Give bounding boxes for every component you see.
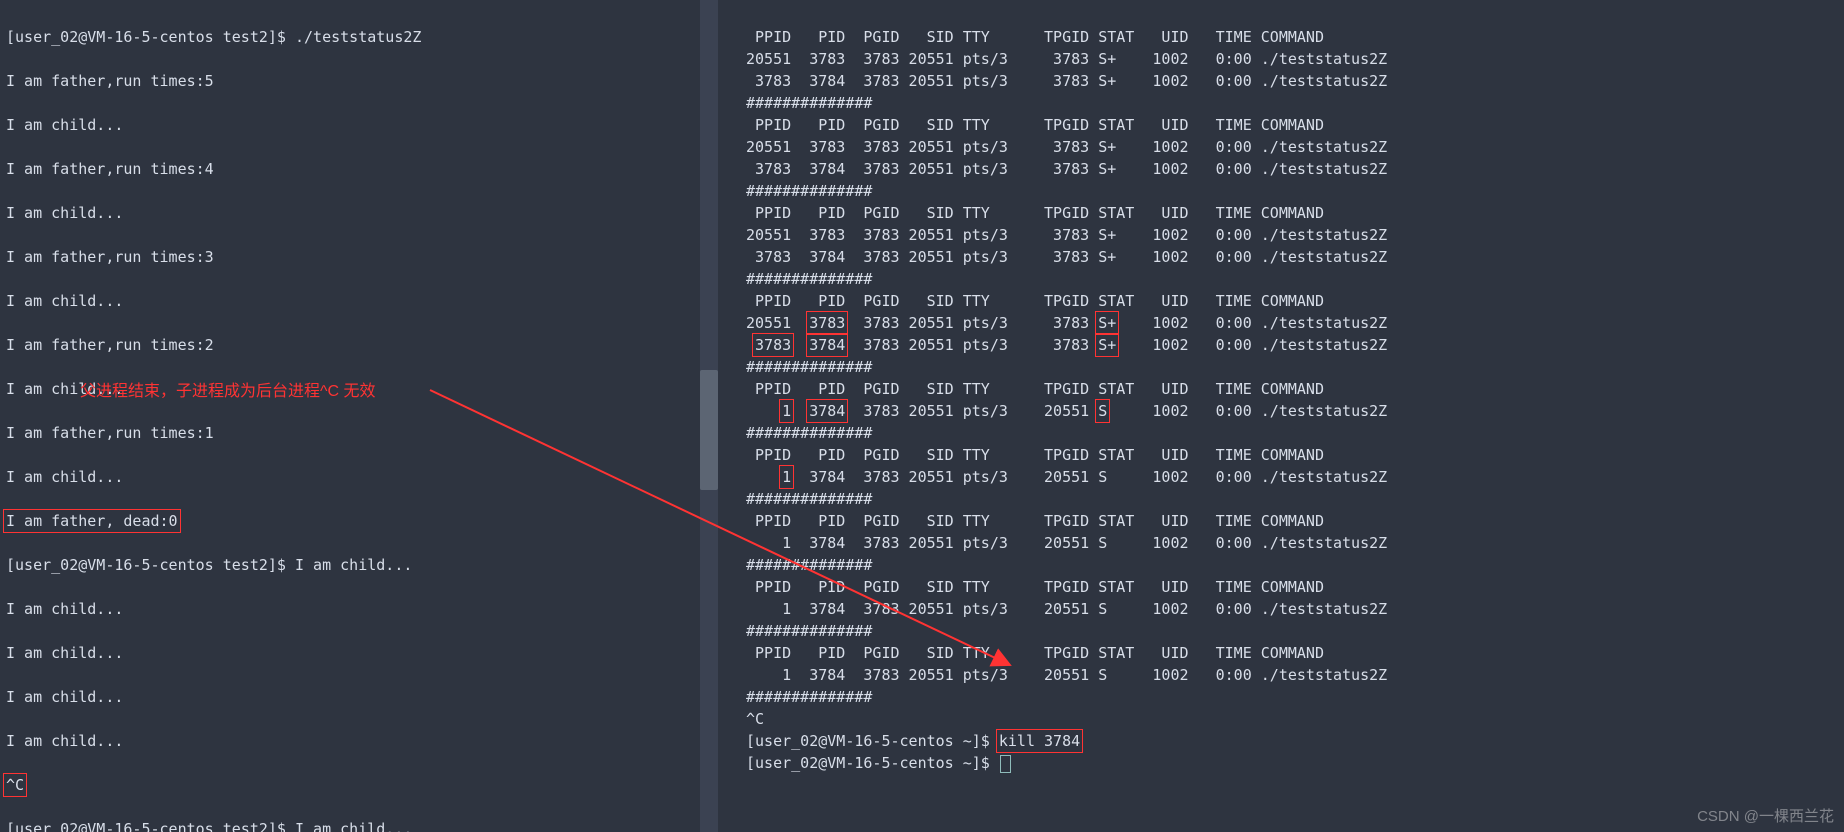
term-line: PPID PID PGID SID TTY TPGID STAT UID TIM… — [746, 642, 1834, 664]
term-line: ############## — [746, 180, 1834, 202]
term-line: 20551 3783 3783 20551 pts/3 3783 S+ 1002… — [746, 312, 1834, 334]
term-line: I am child... — [6, 466, 692, 488]
ctrl-c-highlight: ^C — [3, 773, 27, 797]
term-line: I am child... — [6, 686, 692, 708]
term-line: I am child... — [6, 642, 692, 664]
term-line: ^C — [746, 708, 1834, 730]
term-line: ############## — [746, 92, 1834, 114]
term-line: ############## — [746, 422, 1834, 444]
term-line: PPID PID PGID SID TTY TPGID STAT UID TIM… — [746, 290, 1834, 312]
term-line-highlight: I am father, dead:0 — [6, 510, 692, 532]
term-line: 3783 3784 3783 20551 pts/3 3783 S+ 1002 … — [746, 70, 1834, 92]
term-line: ############## — [746, 356, 1834, 378]
term-line: [user_02@VM-16-5-centos test2]$ ./testst… — [6, 26, 692, 48]
term-line: 3783 3784 3783 20551 pts/3 3783 S+ 1002 … — [746, 334, 1834, 356]
term-line: ############## — [746, 268, 1834, 290]
term-line: PPID PID PGID SID TTY TPGID STAT UID TIM… — [746, 378, 1834, 400]
term-line: I am child... — [6, 114, 692, 136]
watermark: CSDN @一棵西兰花 — [1697, 805, 1834, 826]
term-line: I am father,run times:5 — [6, 70, 692, 92]
term-line: I am child... — [6, 730, 692, 752]
term-line: 20551 3783 3783 20551 pts/3 3783 S+ 1002… — [746, 136, 1834, 158]
term-line: [user_02@VM-16-5-centos ~]$ kill 3784 — [746, 730, 1834, 752]
term-line: ############## — [746, 488, 1834, 510]
term-line: I am child... — [6, 202, 692, 224]
term-line: 3783 3784 3783 20551 pts/3 3783 S+ 1002 … — [746, 158, 1834, 180]
term-line: PPID PID PGID SID TTY TPGID STAT UID TIM… — [746, 510, 1834, 532]
term-line: I am child... — [6, 598, 692, 620]
terminal-left-pane: [user_02@VM-16-5-centos test2]$ ./testst… — [0, 0, 698, 832]
term-line: I am father,run times:4 — [6, 158, 692, 180]
term-line: ############## — [746, 686, 1834, 708]
term-line: PPID PID PGID SID TTY TPGID STAT UID TIM… — [746, 576, 1834, 598]
scrollbar[interactable] — [700, 0, 718, 832]
term-line: I am father,run times:3 — [6, 246, 692, 268]
term-line: 1 3784 3783 20551 pts/3 20551 S 1002 0:0… — [746, 532, 1834, 554]
term-line: I am father,run times:1 — [6, 422, 692, 444]
term-line: ############## — [746, 554, 1834, 576]
cursor — [1000, 755, 1011, 773]
term-line: I am child... — [6, 290, 692, 312]
term-line: 1 3784 3783 20551 pts/3 20551 S 1002 0:0… — [746, 466, 1834, 488]
term-line: PPID PID PGID SID TTY TPGID STAT UID TIM… — [746, 26, 1834, 48]
scrollbar-thumb[interactable] — [700, 370, 718, 490]
terminal-right-pane: PPID PID PGID SID TTY TPGID STAT UID TIM… — [740, 0, 1840, 832]
term-line: ^C — [6, 774, 692, 796]
term-line: PPID PID PGID SID TTY TPGID STAT UID TIM… — [746, 202, 1834, 224]
term-line: 20551 3783 3783 20551 pts/3 3783 S+ 1002… — [746, 48, 1834, 70]
term-line: 3783 3784 3783 20551 pts/3 3783 S+ 1002 … — [746, 246, 1834, 268]
term-line: 1 3784 3783 20551 pts/3 20551 S 1002 0:0… — [746, 598, 1834, 620]
term-line: I am father,run times:2 — [6, 334, 692, 356]
term-line: ############## — [746, 620, 1834, 642]
term-line: [user_02@VM-16-5-centos test2]$ I am chi… — [6, 818, 692, 832]
term-line: 1 3784 3783 20551 pts/3 20551 S 1002 0:0… — [746, 400, 1834, 422]
term-line: PPID PID PGID SID TTY TPGID STAT UID TIM… — [746, 114, 1834, 136]
term-line: [user_02@VM-16-5-centos ~]$ — [746, 752, 1834, 774]
term-line: 20551 3783 3783 20551 pts/3 3783 S+ 1002… — [746, 224, 1834, 246]
term-line: [user_02@VM-16-5-centos test2]$ I am chi… — [6, 554, 692, 576]
term-line: 1 3784 3783 20551 pts/3 20551 S 1002 0:0… — [746, 664, 1834, 686]
annotation-text: 父进程结束，子进程成为后台进程^C 无效 — [80, 377, 376, 401]
kill-command-highlight: kill 3784 — [996, 729, 1083, 753]
term-line: PPID PID PGID SID TTY TPGID STAT UID TIM… — [746, 444, 1834, 466]
